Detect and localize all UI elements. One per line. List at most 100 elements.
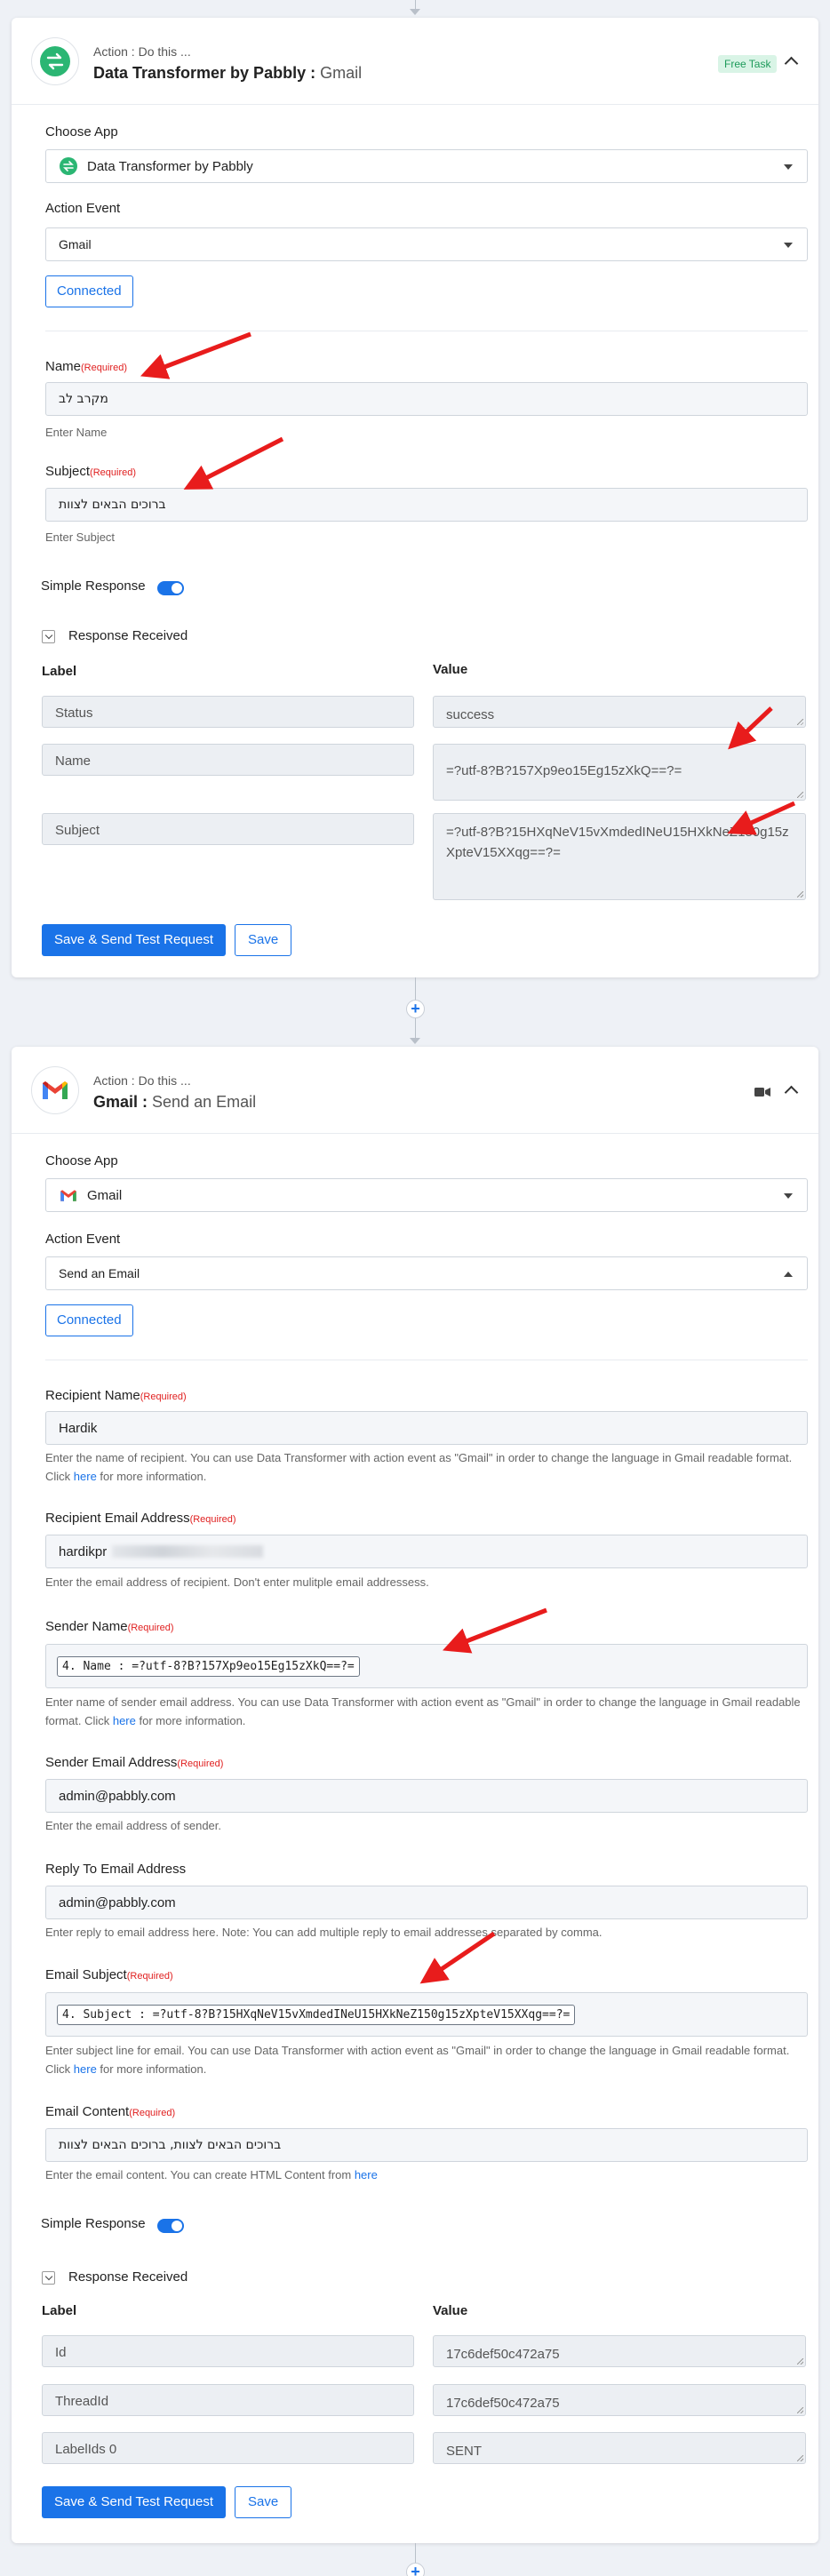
step-event-name: Gmail (320, 64, 363, 82)
required-marker: (Required) (126, 1971, 173, 1982)
recipient-email-label-text: Recipient Email Address (45, 1511, 190, 1526)
chevron-down-icon (784, 164, 793, 170)
step-header[interactable]: Action : Do this ... Data Transformer by… (12, 18, 818, 105)
response-label-cell: LabelIds 0 (42, 2432, 414, 2464)
sender-name-help: Enter name of sender email address. You … (45, 1693, 810, 1730)
subject-help: Enter Subject (45, 530, 116, 544)
sender-name-token[interactable]: 4. Name : =?utf-8?B?157Xp9eo15Eg15zXkQ==… (57, 1655, 360, 1677)
recipient-email-input[interactable]: hardikpr (45, 1535, 808, 1568)
help-link[interactable]: here (113, 1714, 136, 1727)
email-subject-input[interactable]: 4. Subject : =?utf-8?B?15HXqNeV15vXmdedI… (45, 1992, 808, 2037)
step-app-name: Gmail (93, 1093, 139, 1111)
video-camera-icon[interactable] (754, 1086, 770, 1097)
action-event-select[interactable]: Gmail (45, 227, 808, 261)
add-step-plus-icon[interactable]: + (406, 1000, 425, 1018)
sender-email-label-text: Sender Email Address (45, 1755, 178, 1770)
connected-button[interactable]: Connected (45, 1304, 133, 1336)
redacted-text (112, 1545, 264, 1558)
simple-response-label: Simple Response (41, 578, 146, 594)
choose-app-value: Gmail (87, 1187, 123, 1203)
recipient-email-label: Recipient Email Address(Required) (45, 1511, 236, 1526)
response-value-cell[interactable]: =?utf-8?B?15HXqNeV15vXmdedINeU15HXkNeZ15… (433, 813, 806, 900)
sender-email-label: Sender Email Address(Required) (45, 1755, 223, 1770)
save-button[interactable]: Save (235, 2486, 292, 2518)
help-text: for more information. (96, 1470, 207, 1483)
step-app-name: Data Transformer by Pabbly (93, 64, 307, 82)
email-content-input[interactable]: ברוכים הבאים לצוות, ברוכים הבאים לצוות (45, 2128, 808, 2162)
subject-input[interactable]: ברוכים הבאים לצוות (45, 488, 808, 522)
step-action-label: Action : Do this ... (93, 44, 191, 59)
recipient-name-input[interactable]: Hardik (45, 1411, 808, 1445)
help-text: for more information. (96, 2062, 207, 2076)
recipient-email-value: hardikpr (59, 1543, 108, 1559)
chevron-down-icon (784, 1193, 793, 1199)
response-received-checkbox[interactable] (42, 2271, 55, 2285)
response-label-cell: ThreadId (42, 2384, 414, 2416)
save-send-test-button[interactable]: Save & Send Test Request (42, 924, 227, 956)
gmail-icon (59, 1185, 78, 1205)
help-link[interactable]: here (74, 1470, 97, 1483)
step-title: Gmail : Send an Email (93, 1093, 256, 1112)
chevron-up-icon (784, 1272, 793, 1277)
response-received-checkbox[interactable] (42, 630, 55, 643)
simple-response-toggle[interactable] (157, 581, 184, 595)
required-marker: (Required) (129, 2108, 176, 2118)
email-subject-help: Enter subject line for email. You can us… (45, 2041, 810, 2078)
response-value-cell[interactable]: SENT (433, 2432, 806, 2464)
chevron-up-icon[interactable] (784, 56, 799, 71)
required-marker: (Required) (90, 467, 137, 478)
help-text: for more information. (135, 1714, 246, 1727)
choose-app-label: Choose App (45, 124, 118, 140)
required-marker: (Required) (189, 1514, 236, 1525)
save-send-test-button[interactable]: Save & Send Test Request (42, 2486, 227, 2518)
response-value-cell[interactable]: =?utf-8?B?157Xp9eo15Eg15zXkQ==?= (433, 744, 806, 801)
response-value-cell[interactable]: success (433, 696, 806, 728)
required-marker: (Required) (127, 1623, 174, 1633)
label-column-header: Label (42, 2303, 77, 2318)
title-separator: : (306, 64, 321, 82)
connected-button[interactable]: Connected (45, 275, 133, 307)
action-event-select[interactable]: Send an Email (45, 1256, 808, 1290)
label-column-header: Label (42, 664, 77, 679)
help-link[interactable]: here (74, 2062, 97, 2076)
value-column-header: Value (433, 662, 468, 677)
name-help: Enter Name (45, 426, 108, 439)
choose-app-select[interactable]: Data Transformer by Pabbly (45, 149, 808, 183)
sender-email-help: Enter the email address of sender. (45, 1819, 222, 1832)
gmail-step-card: Action : Do this ... Gmail : Send an Ema… (12, 1047, 818, 2543)
help-link[interactable]: here (355, 2168, 378, 2181)
choose-app-select[interactable]: Gmail (45, 1178, 808, 1212)
sender-name-label-text: Sender Name (45, 1619, 128, 1634)
recipient-email-help: Enter the email address of recipient. Do… (45, 1575, 429, 1589)
simple-response-toggle[interactable] (157, 2219, 184, 2233)
title-separator: : (138, 1093, 153, 1111)
chevron-up-icon[interactable] (784, 1085, 799, 1100)
reply-to-help: Enter reply to email address here. Note:… (45, 1926, 603, 1939)
email-content-help: Enter the email content. You can create … (45, 2165, 810, 2184)
help-text: Enter the email content. You can create … (45, 2168, 355, 2181)
step-title: Data Transformer by Pabbly : Gmail (93, 64, 362, 83)
email-subject-token[interactable]: 4. Subject : =?utf-8?B?15HXqNeV15vXmdedI… (57, 2004, 576, 2025)
gmail-icon (31, 1066, 79, 1114)
sender-email-input[interactable]: admin@pabbly.com (45, 1779, 808, 1813)
name-input[interactable]: מקרב לב (45, 382, 808, 416)
response-label-cell: Name (42, 744, 414, 776)
sender-name-input[interactable]: 4. Name : =?utf-8?B?157Xp9eo15Eg15zXkQ==… (45, 1644, 808, 1688)
choose-app-value: Data Transformer by Pabbly (87, 158, 253, 174)
add-step-plus-icon[interactable]: + (406, 2563, 425, 2576)
step-header[interactable]: Action : Do this ... Gmail : Send an Ema… (12, 1047, 818, 1134)
free-task-badge: Free Task (718, 55, 778, 73)
email-subject-label: Email Subject(Required) (45, 1967, 173, 1982)
reply-to-input[interactable]: admin@pabbly.com (45, 1886, 808, 1919)
email-content-label: Email Content(Required) (45, 2104, 175, 2119)
response-value-cell[interactable]: 17c6def50c472a75 (433, 2335, 806, 2367)
save-button[interactable]: Save (235, 924, 292, 956)
response-value-cell[interactable]: 17c6def50c472a75 (433, 2384, 806, 2416)
email-content-label-text: Email Content (45, 2104, 130, 2119)
choose-app-label: Choose App (45, 1153, 118, 1168)
email-subject-label-text: Email Subject (45, 1967, 127, 1982)
action-event-value: Send an Email (59, 1266, 140, 1280)
sender-name-label: Sender Name(Required) (45, 1619, 174, 1634)
response-received-label: Response Received (68, 628, 188, 643)
connector-arrow (410, 1038, 420, 1044)
